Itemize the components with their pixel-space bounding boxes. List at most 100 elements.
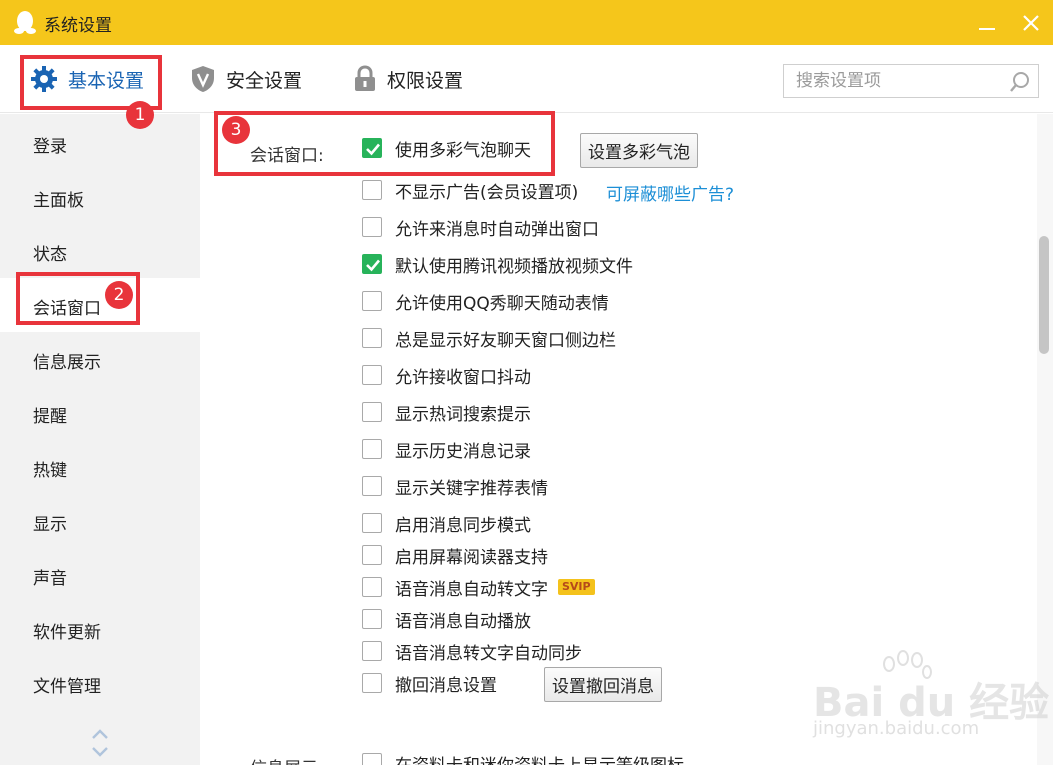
lock-icon [355,65,375,91]
sidebar-item-hotkey[interactable]: 热键 [0,440,200,494]
option-label: 在资料卡和迷你资料卡上显示等级图标 [395,751,684,765]
annotation-number-2: 2 [105,281,133,309]
tab-basic-settings-label: 基本设置 [68,69,145,92]
sidebar-item-status[interactable]: 状态 [0,224,200,278]
search-icon[interactable] [1008,70,1032,94]
sidebar-item-label: 声音 [33,569,67,589]
checkbox[interactable] [362,513,382,533]
set-colorful-bubble-button[interactable]: 设置多彩气泡 [580,133,698,168]
sidebar-item-session-window[interactable]: 会话窗口 [0,278,200,332]
checkbox[interactable] [362,402,382,422]
annotation-number-3: 3 [222,116,250,144]
checkmark-icon [366,259,380,272]
option-chat-sidebar[interactable]: 总是显示好友聊天窗口侧边栏 [362,325,616,351]
sidebar-item-software-update[interactable]: 软件更新 [0,602,200,656]
option-recall-message[interactable]: 撤回消息设置 [362,670,497,696]
sidebar-item-label: 软件更新 [33,623,101,643]
settings-window: 系统设置 基本设置 安全设置 权限设置 搜索设置项 登录 主面板 状态 会话窗口… [0,0,1053,765]
chevron-up-down-icon[interactable] [88,726,112,760]
option-label: 显示热词搜索提示 [395,404,531,425]
close-icon[interactable] [1014,8,1048,38]
session-window-group-label: 会话窗口: [250,146,324,166]
tab-basic-settings[interactable]: 基本设置 [30,61,144,97]
sidebar-item-display[interactable]: 显示 [0,494,200,548]
qq-penguin-icon [14,11,36,34]
sidebar-item-info-display[interactable]: 信息展示 [0,332,200,386]
option-label: 不显示广告(会员设置项) [395,182,579,203]
option-tencent-video[interactable]: 默认使用腾讯视频播放视频文件 [362,251,633,277]
minimize-button[interactable] [970,8,1004,38]
sidebar-item-label: 登录 [33,137,67,157]
checkbox[interactable] [362,328,382,348]
checkmark-icon [366,143,380,156]
option-label: 使用多彩气泡聊天 [395,140,531,161]
option-voice-autoplay[interactable]: 语音消息自动播放 [362,606,531,632]
sidebar-item-label: 文件管理 [33,677,101,697]
checkbox[interactable] [362,609,382,629]
sidebar-item-reminder[interactable]: 提醒 [0,386,200,440]
top-tab-bar: 基本设置 安全设置 权限设置 [0,45,1053,113]
option-voice-text-sync[interactable]: 语音消息转文字自动同步 [362,638,582,664]
shield-icon [192,66,214,92]
checkbox[interactable] [362,577,382,597]
search-input[interactable] [784,65,1004,97]
option-label: 启用消息同步模式 [395,515,531,536]
option-auto-popup[interactable]: 允许来消息时自动弹出窗口 [362,214,599,240]
checkbox[interactable] [362,641,382,661]
sidebar-item-login[interactable]: 登录 [0,116,200,170]
tab-security-settings[interactable]: 安全设置 [190,61,302,97]
checkbox-checked[interactable] [362,138,382,158]
title-bar: 系统设置 [0,0,1053,45]
tab-permission-settings-label: 权限设置 [387,69,464,92]
sidebar-item-main-panel[interactable]: 主面板 [0,170,200,224]
option-level-icon[interactable]: 在资料卡和迷你资料卡上显示等级图标 [362,750,684,765]
svip-badge: SVIP [558,579,595,595]
option-label: 显示历史消息记录 [395,441,531,462]
tab-permission-settings[interactable]: 权限设置 [353,61,463,97]
option-label: 语音消息自动播放 [395,611,531,632]
set-recall-message-button[interactable]: 设置撤回消息 [544,667,662,702]
checkbox[interactable] [362,545,382,565]
checkbox[interactable] [362,180,382,200]
checkbox[interactable] [362,365,382,385]
annotation-number-1: 1 [126,101,154,129]
checkbox[interactable] [362,291,382,311]
option-qq-show-emoji[interactable]: 允许使用QQ秀聊天随动表情 [362,288,609,314]
option-label: 显示关键字推荐表情 [395,478,548,499]
info-display-group-label: 信息展示: [250,754,324,765]
sidebar-item-label: 显示 [33,515,67,535]
checkbox[interactable] [362,753,382,765]
option-label: 允许使用QQ秀聊天随动表情 [395,293,609,314]
sidebar: 登录 主面板 状态 会话窗口 信息展示 提醒 热键 显示 声音 软件更新 文件管… [0,114,200,765]
checkbox[interactable] [362,439,382,459]
window-title: 系统设置 [44,16,112,36]
tab-security-settings-label: 安全设置 [226,69,303,92]
checkbox-checked[interactable] [362,254,382,274]
sidebar-item-label: 信息展示 [33,353,101,373]
option-label: 语音消息自动转文字 [395,579,548,600]
scrollbar-track[interactable] [1037,114,1053,765]
option-label: 语音消息转文字自动同步 [395,643,582,664]
option-hide-ads[interactable]: 不显示广告(会员设置项) [362,177,578,203]
scrollbar-thumb[interactable] [1039,236,1049,354]
gear-icon [31,66,57,92]
checkbox[interactable] [362,217,382,237]
option-message-sync[interactable]: 启用消息同步模式 [362,510,531,536]
sidebar-item-file-management[interactable]: 文件管理 [0,656,200,710]
option-hot-word-hint[interactable]: 显示热词搜索提示 [362,399,531,425]
option-colorful-bubble[interactable]: 使用多彩气泡聊天 [362,135,531,161]
option-label: 撤回消息设置 [395,675,497,696]
option-label: 启用屏幕阅读器支持 [395,547,548,568]
blockable-ads-link[interactable]: 可屏蔽哪些广告? [606,180,734,205]
option-window-shake[interactable]: 允许接收窗口抖动 [362,362,531,388]
sidebar-item-label: 热键 [33,461,67,481]
settings-content: 会话窗口: 使用多彩气泡聊天 设置多彩气泡 不显示广告(会员设置项) 可屏蔽哪些… [200,114,1037,765]
checkbox[interactable] [362,476,382,496]
sidebar-item-label: 会话窗口 [33,299,101,319]
option-screen-reader[interactable]: 启用屏幕阅读器支持 [362,542,548,568]
option-keyword-emoji[interactable]: 显示关键字推荐表情 [362,473,548,499]
checkbox[interactable] [362,673,382,693]
option-history-messages[interactable]: 显示历史消息记录 [362,436,531,462]
sidebar-item-sound[interactable]: 声音 [0,548,200,602]
option-voice-to-text[interactable]: 语音消息自动转文字 SVIP [362,574,595,600]
